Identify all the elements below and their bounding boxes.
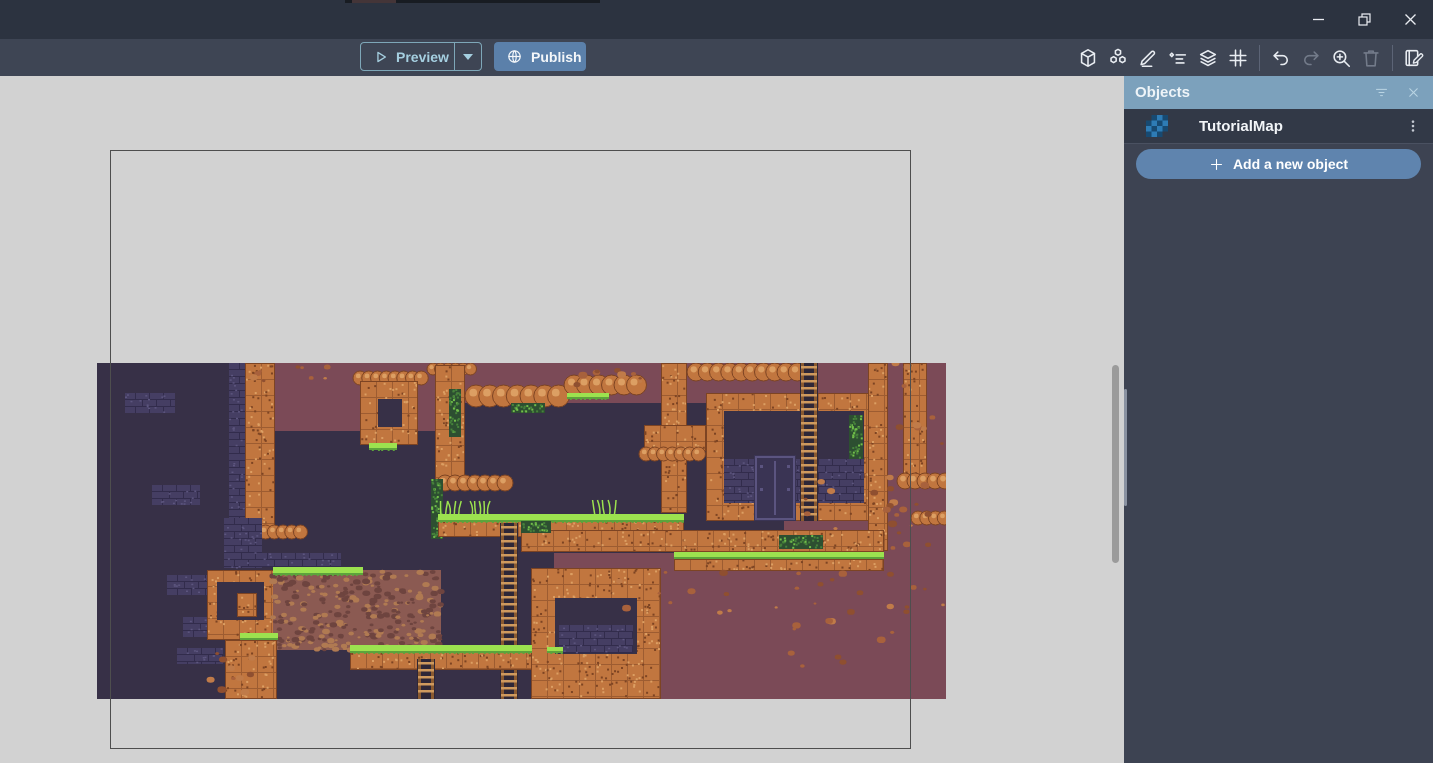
grid-icon[interactable] xyxy=(1226,46,1250,70)
restore-icon[interactable] xyxy=(1341,0,1387,39)
preview-dropdown-button[interactable] xyxy=(454,43,481,70)
instances-list-icon[interactable] xyxy=(1166,46,1190,70)
preview-label: Preview xyxy=(396,49,449,65)
object-name-label: TutorialMap xyxy=(1199,118,1403,135)
3d-box-icon[interactable] xyxy=(1076,46,1100,70)
window-top-strip xyxy=(345,0,600,3)
objects-panel-header: Objects xyxy=(1124,76,1433,109)
add-object-button[interactable]: Add a new object xyxy=(1136,149,1421,179)
edit-scene-properties-icon[interactable] xyxy=(1402,46,1426,70)
tilemap-instance[interactable] xyxy=(97,363,946,699)
minimize-icon[interactable] xyxy=(1295,0,1341,39)
toolbar-separator xyxy=(1392,45,1393,71)
filter-icon[interactable] xyxy=(1372,84,1390,102)
objects-panel-title: Objects xyxy=(1135,84,1358,101)
tilemap-object-icon xyxy=(1146,115,1168,137)
chevron-down-icon xyxy=(463,54,473,60)
globe-icon xyxy=(506,48,523,65)
undo-icon[interactable] xyxy=(1269,46,1293,70)
object-list-item[interactable]: TutorialMap xyxy=(1124,109,1433,143)
canvas-vertical-scrollbar[interactable] xyxy=(1112,365,1119,563)
delete-icon[interactable] xyxy=(1359,46,1383,70)
plus-icon xyxy=(1209,157,1224,172)
toolbar-separator xyxy=(1259,45,1260,71)
panel-vertical-scrollbar[interactable] xyxy=(1124,389,1127,506)
close-panel-icon[interactable] xyxy=(1404,84,1422,102)
publish-label: Publish xyxy=(531,49,582,65)
objects-panel: Objects TutorialMap Add a new object xyxy=(1124,76,1433,763)
list-separator xyxy=(1124,143,1433,144)
zoom-in-icon[interactable] xyxy=(1329,46,1353,70)
add-object-label: Add a new object xyxy=(1233,156,1348,172)
redo-icon[interactable] xyxy=(1299,46,1323,70)
object-menu-icon[interactable] xyxy=(1403,116,1423,136)
publish-button[interactable]: Publish xyxy=(494,42,586,71)
layers-icon[interactable] xyxy=(1196,46,1220,70)
close-icon[interactable] xyxy=(1387,0,1433,39)
toolbar-right-icons xyxy=(1076,39,1426,76)
edit-pencil-icon[interactable] xyxy=(1136,46,1160,70)
preview-button[interactable]: Preview xyxy=(360,42,482,71)
object-groups-icon[interactable] xyxy=(1106,46,1130,70)
titlebar xyxy=(0,0,1433,39)
play-icon xyxy=(374,50,388,64)
